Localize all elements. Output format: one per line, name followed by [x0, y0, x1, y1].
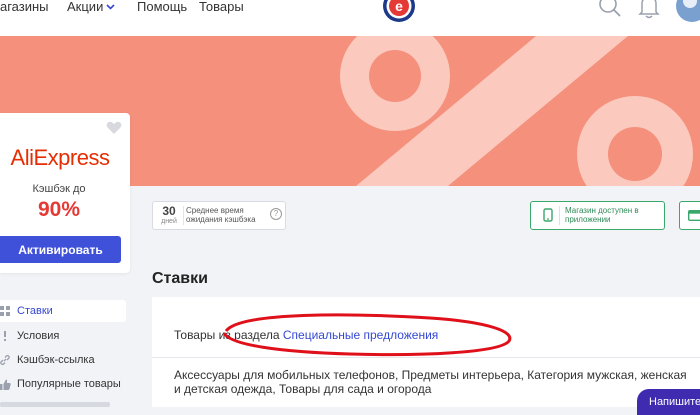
- nav-promotions-label: Акции: [67, 0, 104, 14]
- menu-item-rates[interactable]: Ставки: [0, 300, 126, 322]
- help-icon[interactable]: ?: [270, 208, 282, 220]
- rate-row-special-offers: Товары из раздела Специальные предложени…: [174, 328, 438, 342]
- activate-button[interactable]: Активировать: [0, 236, 121, 263]
- avatar[interactable]: [676, 0, 700, 22]
- days-label: дней: [161, 218, 177, 225]
- cashback-value: 90%: [37, 198, 81, 221]
- rate-row-categories: Аксессуары для мобильных телефонов, Пред…: [174, 368, 687, 396]
- nav-promotions[interactable]: Акции: [67, 0, 115, 14]
- card-divider: [183, 206, 184, 225]
- app-availability-label: Магазин доступен в приложении: [565, 206, 639, 224]
- top-header: агазины Акции Помощь Товары e: [0, 0, 700, 36]
- row-divider: [152, 357, 700, 358]
- nav-help[interactable]: Помощь: [137, 0, 187, 14]
- thumbs-up-icon: [0, 379, 11, 390]
- menu-item-conditions[interactable]: Условия: [0, 325, 126, 347]
- menu-item-partial: [0, 402, 110, 407]
- wait-time-label: Среднее время ожидания кэшбэка: [186, 206, 256, 224]
- chevron-down-icon: [106, 4, 115, 10]
- phone-icon: [543, 208, 553, 222]
- chat-write-button[interactable]: Напишите: [637, 389, 700, 415]
- card-divider: [559, 206, 560, 225]
- menu-item-label: Кэшбэк-ссылка: [17, 354, 95, 366]
- svg-text:e: e: [395, 0, 403, 14]
- rate-row-text: Товары из раздела: [174, 328, 283, 342]
- days-number: 30: [162, 204, 176, 218]
- site-logo[interactable]: e: [381, 0, 417, 24]
- store-logo-text: AliExpress: [10, 145, 110, 170]
- menu-item-label: Условия: [17, 330, 60, 342]
- exclamation-icon: [4, 331, 6, 341]
- wait-time-card: 30 дней Среднее время ожидания кэшбэка ?: [152, 201, 286, 230]
- search-icon[interactable]: [598, 0, 622, 20]
- nav-products[interactable]: Товары: [199, 0, 244, 14]
- link-icon: [0, 355, 10, 365]
- browser-icon: [688, 210, 700, 221]
- menu-item-label: Популярные товары: [17, 378, 121, 390]
- menu-item-popular-products[interactable]: Популярные товары: [0, 373, 126, 395]
- heart-icon[interactable]: [106, 121, 122, 135]
- menu-item-cashback-link[interactable]: Кэшбэк-ссылка: [0, 349, 126, 371]
- app-availability-card[interactable]: Магазин доступен в приложении: [530, 201, 665, 230]
- bell-icon[interactable]: [638, 0, 660, 20]
- extension-card[interactable]: [679, 201, 700, 230]
- special-offers-link[interactable]: Специальные предложения: [283, 328, 438, 342]
- section-title: Ставки: [152, 270, 208, 287]
- nav-stores[interactable]: агазины: [0, 0, 49, 14]
- grid-icon: [0, 306, 10, 316]
- cashback-label: Кэшбэк до: [32, 183, 86, 195]
- menu-item-label: Ставки: [17, 305, 53, 317]
